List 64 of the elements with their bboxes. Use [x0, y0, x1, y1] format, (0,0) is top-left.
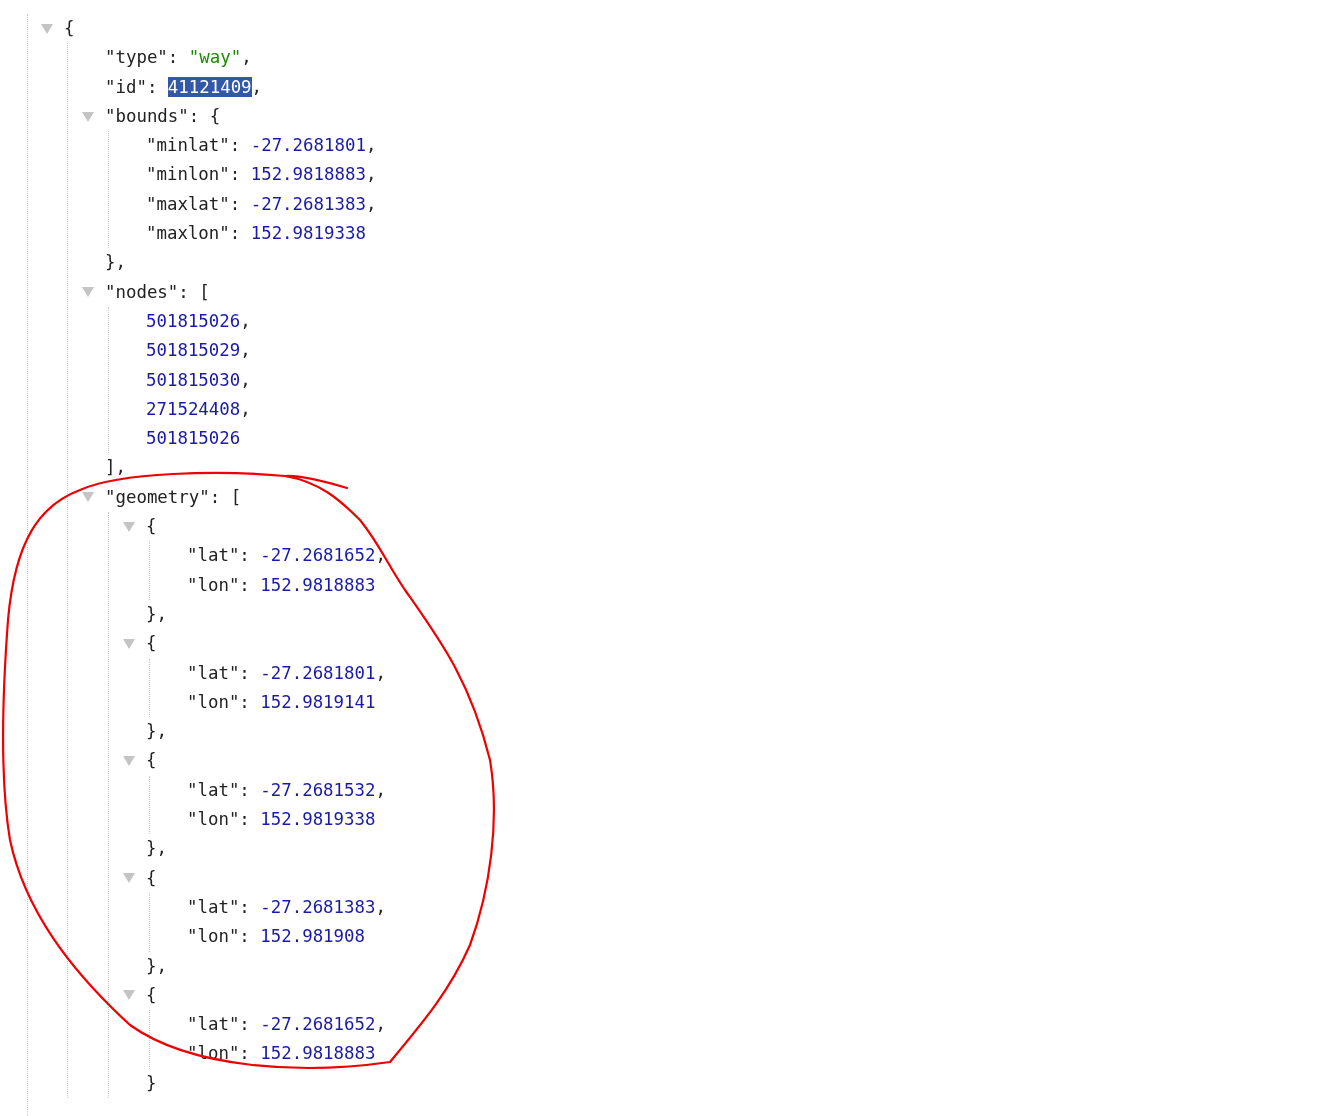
json-value: 152.9818883 — [260, 1042, 376, 1066]
json-value: -27.2681801, — [260, 661, 386, 685]
json-key: "maxlon": — [146, 219, 251, 249]
json-key: "minlat": — [146, 131, 251, 161]
bracket: [ — [199, 280, 210, 304]
caret-down-icon[interactable] — [123, 521, 135, 532]
json-key: "lon": — [187, 1039, 261, 1069]
json-value: 152.9819338 — [260, 808, 376, 831]
json-value: 152.9819338 — [250, 222, 366, 246]
bracket: ], — [105, 456, 126, 480]
json-key: "lat": — [187, 1010, 261, 1040]
caret-down-icon[interactable] — [123, 990, 135, 1001]
json-value: 152.9819141 — [260, 690, 376, 714]
json-key: "lon": — [187, 922, 261, 952]
json-value: "way", — [188, 46, 252, 70]
caret-down-icon[interactable] — [82, 111, 94, 122]
json-key: "nodes": — [105, 277, 200, 307]
json-value: 501815030, — [146, 368, 251, 392]
bracket: { — [146, 866, 157, 890]
json-value: 501815026 — [146, 427, 241, 451]
bracket: { — [146, 983, 157, 1007]
json-key: "lon": — [187, 570, 261, 600]
bracket: [ — [230, 485, 242, 509]
caret-down-icon[interactable] — [82, 492, 94, 503]
json-value: -27.2681532, — [260, 778, 386, 802]
bracket: }, — [146, 602, 167, 626]
bracket: }, — [146, 837, 167, 861]
caret-down-icon[interactable] — [41, 23, 53, 34]
json-value: 152.9818883, — [250, 163, 377, 187]
json-key: "lon": — [187, 805, 261, 835]
json-value: 152.981908 — [260, 925, 365, 949]
json-value: -27.2681652, — [260, 544, 386, 568]
bracket: { — [64, 17, 75, 40]
json-key: "type": — [105, 43, 189, 73]
caret-down-icon[interactable] — [123, 873, 135, 884]
json-key: "minlon": — [146, 160, 251, 190]
bracket: { — [146, 749, 157, 773]
caret-down-icon[interactable] — [123, 638, 135, 649]
json-key: "maxlat": — [146, 189, 251, 220]
json-value: -27.2681801, — [250, 134, 377, 158]
bracket: { — [146, 632, 157, 656]
bracket: } — [146, 1071, 157, 1095]
json-key: "lat": — [187, 658, 261, 688]
json-key: "lat": — [187, 775, 261, 805]
bracket: }, — [146, 720, 167, 744]
json-value: 501815026, — [146, 309, 251, 333]
json-value: -27.2681383, — [260, 895, 386, 919]
bracket: { — [146, 515, 157, 539]
json-key: "lat": — [187, 892, 261, 923]
json-key: "lon": — [187, 687, 261, 718]
json-key: "id": — [105, 72, 168, 102]
json-key: "lat": — [187, 541, 261, 571]
bracket: }, — [105, 251, 126, 275]
json-key: "bounds": — [105, 101, 210, 132]
caret-down-icon[interactable] — [82, 287, 94, 298]
json-value: 501815029, — [146, 339, 251, 363]
bracket: { — [209, 104, 221, 128]
json-key: "geometry": — [105, 482, 231, 513]
json-value: -27.2681652, — [260, 1013, 386, 1037]
json-value: 152.9818883 — [260, 573, 376, 597]
caret-down-icon[interactable] — [123, 756, 135, 767]
json-value: 271524408, — [146, 397, 251, 421]
json-value: -27.2681383, — [250, 192, 377, 216]
bracket: }, — [146, 954, 167, 978]
